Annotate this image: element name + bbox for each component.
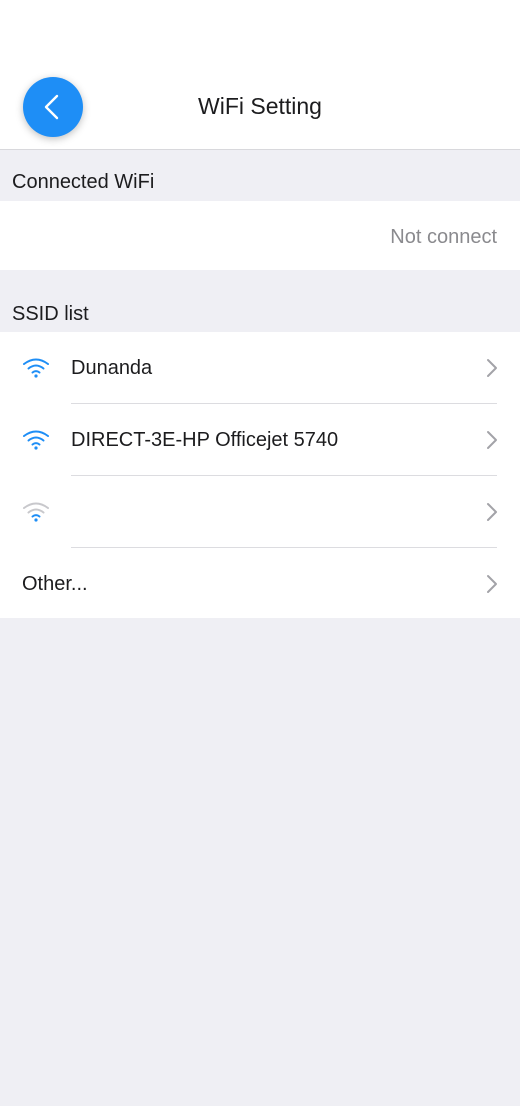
chevron-right-icon [487,359,497,377]
wifi-icon [23,502,49,522]
navigation-bar: WiFi Setting [0,0,520,150]
chevron-right-icon [487,431,497,449]
connected-wifi-row: Not connect [0,201,520,270]
connection-status: Not connect [390,226,497,248]
ssid-item-unnamed[interactable] [0,476,520,548]
page-title: WiFi Setting [198,93,322,119]
chevron-right-icon [487,503,497,521]
wifi-icon [23,430,49,450]
ssid-label: DIRECT-3E-HP Officejet 5740 [71,429,339,451]
wifi-icon [23,358,49,378]
other-network-label: Other... [22,573,88,595]
chevron-right-icon [487,575,497,593]
ssid-list-header: SSID list [12,303,89,325]
ssid-item-direct-hp-officejet[interactable]: DIRECT-3E-HP Officejet 5740 [0,404,520,476]
connected-wifi-header: Connected WiFi [12,171,155,193]
ssid-label: Dunanda [71,357,153,379]
ssid-list: Dunanda DIRECT-3E-HP Officejet 5740 Othe… [0,332,520,618]
ssid-item-dunanda[interactable]: Dunanda [0,332,520,404]
other-network-item[interactable]: Other... [0,548,520,620]
